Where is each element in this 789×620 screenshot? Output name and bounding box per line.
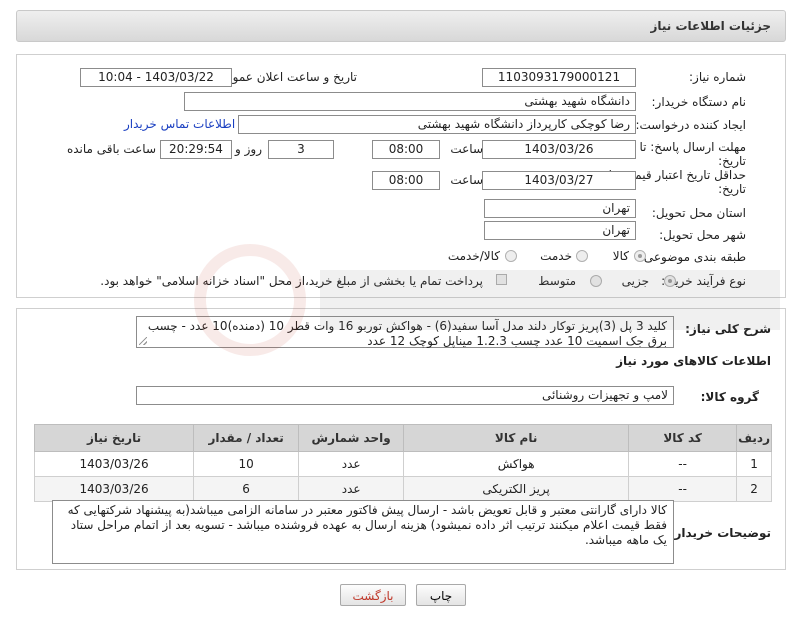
need-number-label: شماره نیاز: <box>689 70 746 84</box>
goods-table: ردیف کد کالا نام کالا واحد شمارش تعداد /… <box>33 424 772 502</box>
price-validity-label-date: تاریخ: <box>718 182 746 196</box>
province-field[interactable]: تهران <box>484 199 636 218</box>
buyer-org-label: نام دستگاه خریدار: <box>651 95 747 109</box>
col-goods-name: نام کالا <box>403 424 630 452</box>
category-radio-goods-service[interactable] <box>505 250 517 262</box>
category-option-goods: کالا <box>612 249 629 263</box>
col-row-number: ردیف <box>736 424 772 452</box>
need-number-field[interactable]: 1103093179000121 <box>482 68 636 87</box>
category-label: طبقه بندی موضوعی: <box>639 250 746 264</box>
cell-goods-name: پریز الکتریکی <box>403 476 630 502</box>
summary-text: کلید 3 پل (3)پریز توکار دلند مدل آسا سفی… <box>147 319 667 348</box>
city-field[interactable]: تهران <box>484 221 636 240</box>
print-button[interactable]: چاپ <box>416 584 466 606</box>
buyer-org-field[interactable]: دانشگاه شهید بهشتی <box>184 92 636 111</box>
city-label: شهر محل تحویل: <box>659 228 746 242</box>
announce-datetime-field[interactable]: 1403/03/22 - 10:04 <box>80 68 232 87</box>
requester-label: ایجاد کننده درخواست: <box>635 118 746 132</box>
price-validity-time-field[interactable]: 08:00 <box>372 171 440 190</box>
buyer-notes-text: کالا دارای گارانتی معتبر و قابل تعویض با… <box>67 503 667 547</box>
goods-section-title: اطلاعات کالاهای مورد نیاز <box>616 354 771 368</box>
cell-unit: عدد <box>298 476 405 502</box>
summary-textarea[interactable]: کلید 3 پل (3)پریز توکار دلند مدل آسا سفی… <box>136 316 674 348</box>
treasury-note: پرداخت تمام یا بخشی از مبلغ خرید،از محل … <box>100 274 483 288</box>
remaining-label: ساعت باقی مانده <box>66 142 156 156</box>
cell-goods-code: -- <box>628 476 738 502</box>
cell-goods-code: -- <box>628 451 738 477</box>
need-details-page: جزئیات اطلاعات نیاز شماره نیاز: 11030931… <box>0 0 789 620</box>
reply-days-field[interactable]: 3 <box>268 140 334 159</box>
cell-row-number: 2 <box>736 476 772 502</box>
page-header: جزئیات اطلاعات نیاز <box>16 10 786 42</box>
days-label: روز و <box>235 142 262 156</box>
announce-label: تاریخ و ساعت اعلان عمومی: <box>212 70 357 84</box>
process-radio-minor[interactable] <box>664 275 676 287</box>
price-validity-date-field[interactable]: 1403/03/27 <box>482 171 636 190</box>
treasury-checkbox[interactable] <box>496 274 507 285</box>
remaining-time-field[interactable]: 20:29:54 <box>160 140 232 159</box>
goods-group-field[interactable]: لامپ و تجهیزات روشنائی <box>136 386 674 405</box>
col-quantity: تعداد / مقدار <box>193 424 300 452</box>
reply-deadline-label: مهلت ارسال پاسخ: تا <box>639 140 746 154</box>
price-validity-time-label: ساعت <box>450 173 483 187</box>
process-option-medium: متوسط <box>538 274 576 288</box>
table-row[interactable]: 2 -- پریز الکتریکی عدد 6 1403/03/26 <box>33 476 772 502</box>
resize-grip[interactable] <box>139 337 147 345</box>
category-option-service: خدمت <box>540 249 572 263</box>
category-radio-goods[interactable] <box>634 250 646 262</box>
requester-field[interactable]: رضا کوچکی کارپرداز دانشگاه شهید بهشتی <box>238 115 636 134</box>
buyer-notes-label: توضیحات خریدار: <box>669 526 771 540</box>
category-radio-service[interactable] <box>576 250 588 262</box>
province-label: استان محل تحویل: <box>651 206 746 220</box>
category-option-goods-service: کالا/خدمت <box>447 249 500 263</box>
reply-date-field[interactable]: 1403/03/26 <box>482 140 636 159</box>
buyer-contact-link[interactable]: اطلاعات تماس خریدار <box>124 117 235 131</box>
cell-unit: عدد <box>298 451 405 477</box>
reply-deadline-label-date: تاریخ: <box>718 154 746 168</box>
back-button[interactable]: بازگشت <box>340 584 406 606</box>
col-goods-code: کد کالا <box>628 424 738 452</box>
col-need-date: تاریخ نیاز <box>33 424 195 452</box>
page-title: جزئیات اطلاعات نیاز <box>650 19 771 33</box>
process-radio-medium[interactable] <box>590 275 602 287</box>
table-header-row: ردیف کد کالا نام کالا واحد شمارش تعداد /… <box>33 424 772 452</box>
cell-goods-name: هواکش <box>403 451 630 477</box>
cell-need-date: 1403/03/26 <box>33 451 195 477</box>
cell-quantity: 6 <box>193 476 300 502</box>
cell-quantity: 10 <box>193 451 300 477</box>
table-row[interactable]: 1 -- هواکش عدد 10 1403/03/26 <box>33 451 772 477</box>
summary-label: شرح کلی نیاز: <box>685 322 771 336</box>
cell-need-date: 1403/03/26 <box>33 476 195 502</box>
goods-group-label: گروه کالا: <box>700 390 759 404</box>
col-unit: واحد شمارش <box>298 424 405 452</box>
process-option-minor: جزیی <box>621 274 649 288</box>
reply-time-label: ساعت <box>450 142 483 156</box>
reply-time-field[interactable]: 08:00 <box>372 140 440 159</box>
buyer-notes-textarea[interactable]: کالا دارای گارانتی معتبر و قابل تعویض با… <box>52 500 674 564</box>
cell-row-number: 1 <box>736 451 772 477</box>
